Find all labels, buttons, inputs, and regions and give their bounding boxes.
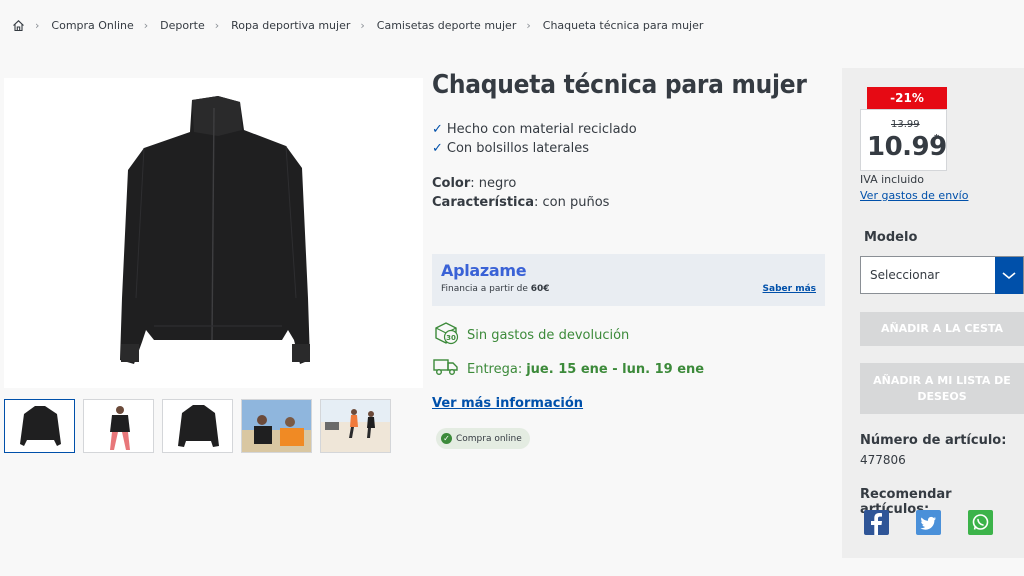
online-badge: ✓ Compra online [436, 428, 530, 449]
returns-benefit: 30 Sin gastos de devolución [432, 320, 629, 350]
thumbnail-image[interactable] [4, 399, 75, 453]
financing-text: Financia a partir de 60€ [441, 284, 550, 294]
add-to-cart-button[interactable]: AÑADIR A LA CESTA [860, 312, 1024, 346]
delivery-label: Entrega: [467, 361, 523, 377]
check-icon: ✓ [432, 141, 443, 156]
svg-text:30: 30 [446, 334, 456, 342]
whatsapp-icon[interactable] [968, 510, 993, 535]
price-asterisk: * [934, 133, 940, 144]
model-select-value: Seleccionar [870, 268, 940, 282]
delivery-benefit: Entrega: jue. 15 ene - lun. 19 ene [432, 357, 704, 381]
feature-item: ✓ Con bolsillos laterales [432, 139, 637, 158]
chevron-down-icon[interactable] [995, 257, 1023, 294]
thumbnail-image[interactable] [241, 399, 312, 453]
returns-text: Sin gastos de devolución [467, 327, 630, 343]
model-label: Modelo [864, 230, 918, 245]
truck-icon [432, 357, 467, 381]
old-price: 13.99 [891, 119, 920, 130]
article-number: 477806 [860, 453, 906, 467]
financing-box: Aplazame Financia a partir de 60€ Saber … [432, 254, 825, 306]
twitter-icon[interactable] [916, 510, 941, 535]
breadcrumb-item[interactable]: Deporte [160, 19, 205, 32]
price-box: 13.99 10.99 * [860, 109, 947, 171]
delivery-dates: jue. 15 ene - lun. 19 ene [526, 361, 705, 377]
model-select[interactable]: Seleccionar [860, 256, 1024, 294]
feature-item: ✓ Hecho con material reciclado [432, 120, 637, 139]
feature-text: Con bolsillos laterales [446, 141, 589, 156]
product-title: Chaqueta técnica para mujer [432, 70, 807, 100]
add-to-wishlist-button[interactable]: AÑADIR A MI LISTA DE DESEOS [860, 363, 1024, 414]
article-number-label: Número de artículo: [860, 433, 1007, 448]
aplazame-logo: Aplazame [441, 261, 527, 280]
attribute-value: : negro [470, 176, 517, 191]
saber-mas-link[interactable]: Saber más [763, 284, 816, 294]
feature-list: ✓ Hecho con material reciclado ✓ Con bolsi… [432, 120, 637, 158]
feature-text: Hecho con material reciclado [446, 122, 637, 137]
breadcrumb-item[interactable]: Compra Online [51, 19, 133, 32]
facebook-icon[interactable] [864, 510, 889, 535]
vat-note: IVA incluido [860, 173, 924, 186]
online-badge-text: Compra online [456, 433, 522, 444]
shipping-costs-link[interactable]: Ver gastos de envío [860, 189, 968, 202]
financing-amount: 60€ [530, 284, 550, 294]
thumbnail-image[interactable] [320, 399, 391, 453]
attribute-feature: Característica: con puños [432, 193, 609, 212]
breadcrumb-item[interactable]: Camisetas deporte mujer [377, 19, 517, 32]
check-icon: ✓ [441, 433, 452, 444]
home-icon[interactable] [12, 19, 25, 32]
chevron-right-icon: › [35, 18, 40, 32]
breadcrumb-item[interactable]: Ropa deportiva mujer [231, 19, 350, 32]
wishlist-label-line2: DESEOS [917, 389, 967, 403]
chevron-right-icon: › [214, 18, 220, 32]
attribute-list: Color: negro Característica: con puños [432, 174, 609, 212]
thumbnail-image[interactable] [162, 399, 233, 453]
attribute-label: Color [432, 176, 471, 191]
attribute-value: : con puños [534, 195, 610, 210]
more-info-link[interactable]: Ver más información [432, 396, 583, 411]
breadcrumb: › Compra Online › Deporte › Ropa deporti… [12, 17, 703, 33]
financing-prefix: Financia a partir de [441, 284, 531, 294]
wishlist-label-line1: AÑADIR A MI LISTA DE [873, 373, 1011, 387]
discount-badge: -21% [867, 87, 947, 109]
product-main-image[interactable] [4, 78, 423, 388]
chevron-right-icon: › [526, 18, 531, 32]
thumbnail-image[interactable] [83, 399, 154, 453]
attribute-label: Característica [432, 195, 534, 210]
chevron-right-icon: › [143, 18, 149, 32]
return-30-icon: 30 [432, 320, 467, 350]
attribute-color: Color: negro [432, 174, 609, 193]
chevron-right-icon: › [360, 18, 365, 32]
thumbnail-strip [4, 399, 391, 453]
breadcrumb-item-current: Chaqueta técnica para mujer [542, 18, 704, 32]
check-icon: ✓ [432, 122, 443, 137]
